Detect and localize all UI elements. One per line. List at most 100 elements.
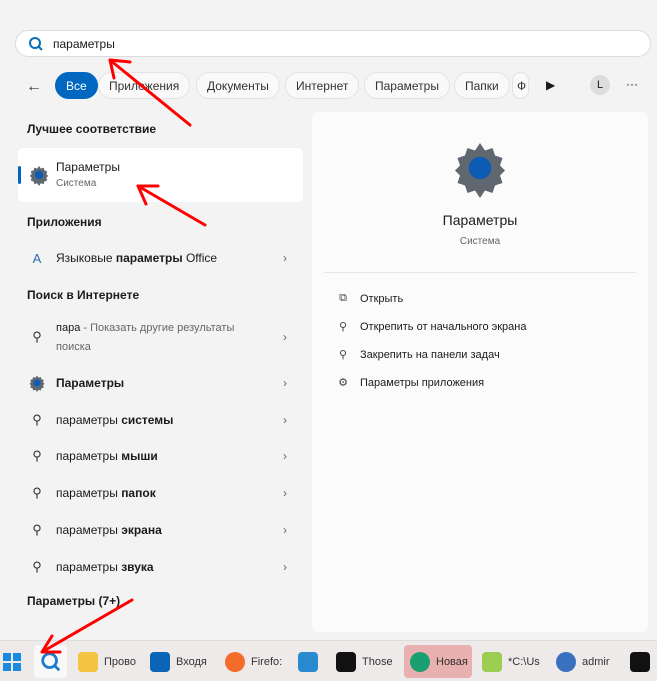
search-icon: ⚲ [32,411,42,427]
chip-settings[interactable]: Параметры [364,72,450,99]
app-icon [556,651,576,672]
star-icon [336,651,356,672]
taskbar-those[interactable]: Those [336,645,396,678]
outlook-icon [150,651,170,672]
selection-indicator [18,166,21,184]
chevron-right-icon: › [283,486,287,501]
chevron-right-icon: › [283,449,287,464]
label-part: параметры [56,522,122,537]
action-label: Параметры приложения [360,376,485,389]
taskbar-label: Those [362,655,393,668]
chip-internet[interactable]: Интернет [285,72,360,99]
filter-bar: ← Все Приложения Документы Интернет Пара… [0,72,657,100]
list-item[interactable]: ⚲ параметры папок › [18,476,303,510]
best-match-item[interactable]: Параметры Система [18,148,303,202]
language-icon: A [32,250,42,266]
search-icon: ⚲ [32,329,42,344]
label-part: параметры [56,412,122,427]
more-options-icon[interactable]: ··· [626,77,638,91]
taskbar-edge[interactable]: Новая [404,645,472,678]
taskbar-label: *C:\Us [508,655,540,668]
item-label: Параметры [56,376,124,390]
search-input[interactable]: параметры [15,30,651,57]
label-part: параметры [56,559,122,574]
search-icon: ⚲ [32,485,42,501]
gear-icon: ⚙ [338,377,348,389]
list-item[interactable]: A Языковые параметры Office › [18,241,303,275]
action-label: Закрепить на панели задач [360,348,500,361]
label-bold: системы [121,412,174,427]
gear-icon [29,375,45,392]
action-unpin-start[interactable]: ⚲ Открепить от начального экрана [336,320,527,334]
chip-apps[interactable]: Приложения [98,72,191,99]
label-part: - Показать другие результаты [80,322,235,334]
avatar[interactable]: L [590,75,610,95]
action-pin-taskbar[interactable]: ⚲ Закрепить на панели задач [336,348,500,362]
action-label: Открыть [360,292,404,305]
scroll-right-icon[interactable]: ▶ [546,78,555,92]
taskbar-outlook[interactable]: Входя [150,645,214,678]
list-item[interactable]: ⚲ параметры мыши › [18,439,303,473]
edge-icon [410,651,430,672]
item-label: параметры системы [56,413,173,427]
action-app-settings[interactable]: ⚙ Параметры приложения [336,376,485,390]
item-label: Языковые параметры Office [56,251,217,265]
taskbar-label: Входя [176,655,207,668]
firefox-icon [225,651,245,672]
terminal-icon [630,651,650,672]
search-text: параметры [53,36,115,51]
chip-all[interactable]: Все [55,72,98,99]
taskbar: Прово Входя Firefo: Those Новая *C:\Us a… [0,640,657,681]
snip-icon [298,651,318,672]
chevron-right-icon: › [283,251,287,265]
label-part: параметры [56,486,122,501]
windows-icon [3,652,21,671]
chip-more[interactable]: Ф [512,72,529,99]
apps-heading: Приложения [27,215,102,229]
back-arrow-icon[interactable]: ← [26,78,42,96]
taskbar-firefox[interactable]: Firefo: [225,645,283,678]
taskbar-label: Прово [104,655,136,668]
list-item[interactable]: ⚲ параметры системы › [18,403,303,437]
label-bold: Параметры [56,376,125,390]
notepad-icon [482,651,502,672]
detail-title: Параметры [442,212,518,228]
taskbar-terminal[interactable] [630,645,657,678]
best-match-title: Параметры [56,160,120,174]
start-button[interactable] [2,645,26,678]
taskbar-notepad[interactable]: *C:\Us [482,645,542,678]
item-label: параметры звука [56,560,154,574]
search-button[interactable] [34,645,67,678]
pin-icon: ⚲ [338,349,348,361]
list-item[interactable]: ⚲ пара - Показать другие результаты поиск… [18,315,303,359]
label-bold: пара [56,322,81,334]
detail-subtitle: Система [459,236,501,247]
action-open[interactable]: ⧉ Открыть [336,292,403,305]
item-label: пара - Показать другие результаты поиска [56,318,234,356]
chip-folders[interactable]: Папки [454,72,510,99]
best-match-heading: Лучшее соответствие [27,122,157,136]
taskbar-label: admir [582,655,610,668]
best-match-subtitle: Система [56,178,97,189]
list-item[interactable]: ⚲ параметры экрана › [18,513,303,547]
unpin-icon: ⚲ [338,321,348,333]
gear-icon [455,143,505,198]
search-icon: ⚲ [32,448,42,464]
chevron-right-icon: › [283,330,287,344]
taskbar-admin[interactable]: admir [556,645,616,678]
results-pane: Лучшее соответствие Параметры Система Пр… [0,112,310,637]
label-bold: звука [121,559,154,574]
list-item[interactable]: Параметры › [18,366,303,400]
list-item[interactable]: ⚲ параметры звука › [18,550,303,584]
taskbar-label: Новая [436,655,468,668]
chip-documents[interactable]: Документы [196,72,280,99]
label-part: поиска [56,341,91,353]
item-label: параметры папок [56,486,156,500]
search-icon [29,36,43,51]
chevron-right-icon: › [283,522,287,537]
detail-pane: Параметры Система ⧉ Открыть ⚲ Открепить от… [312,112,648,632]
chevron-right-icon: › [283,559,287,574]
taskbar-app[interactable] [298,645,322,678]
taskbar-label: Firefo: [251,655,283,668]
taskbar-explorer[interactable]: Прово [78,645,138,678]
